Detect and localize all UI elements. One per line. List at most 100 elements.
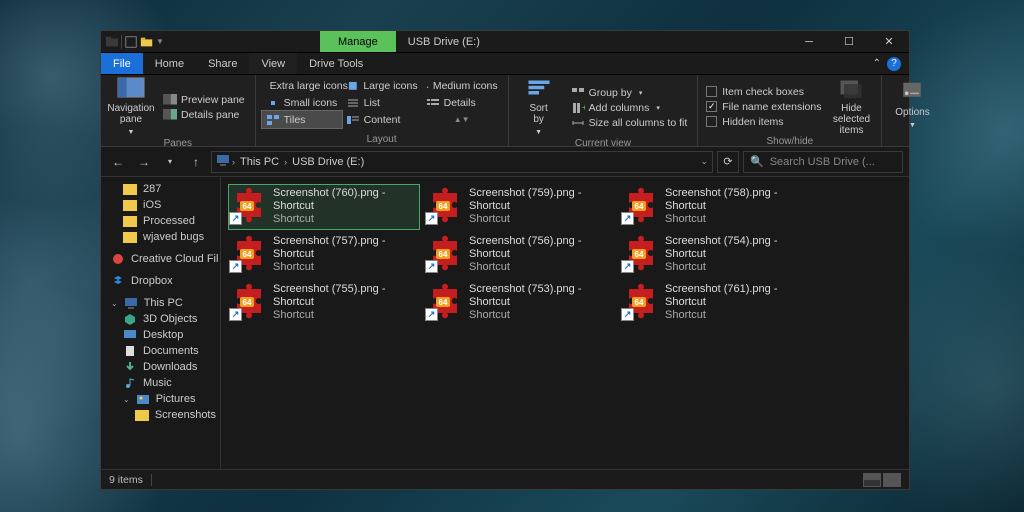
nav-creative-cloud[interactable]: Creative Cloud Fil: [101, 251, 220, 267]
close-button[interactable]: ✕: [869, 31, 909, 53]
tab-drive-tools[interactable]: Drive Tools: [297, 53, 375, 74]
file-tile[interactable]: 64↗Screenshot (754).png - ShortcutShortc…: [621, 233, 811, 277]
nav-desktop[interactable]: Desktop: [101, 327, 220, 343]
chevron-right-icon[interactable]: ›: [284, 157, 287, 167]
search-box[interactable]: 🔍 Search USB Drive (...: [743, 151, 903, 173]
nav-folder-processed[interactable]: Processed: [101, 213, 220, 229]
file-name: Screenshot (756).png - Shortcut: [469, 235, 613, 261]
view-details-icon[interactable]: [863, 473, 881, 487]
nav-downloads[interactable]: Downloads: [101, 359, 220, 375]
nav-folder-wjaved[interactable]: wjaved bugs: [101, 229, 220, 245]
maximize-button[interactable]: ☐: [829, 31, 869, 53]
crumb-usb-drive[interactable]: USB Drive (E:): [289, 156, 367, 168]
layout-list[interactable]: List: [342, 94, 422, 111]
preview-pane-button[interactable]: Preview pane: [159, 93, 249, 107]
file-meta: Screenshot (753).png - ShortcutShortcut1…: [469, 283, 613, 323]
nav-folder-ios[interactable]: iOS: [101, 197, 220, 213]
size-columns-button[interactable]: Size all columns to fit: [567, 116, 692, 130]
file-size: 1.00 KB: [665, 226, 809, 227]
qat-chevron-icon[interactable]: ▼: [156, 35, 170, 49]
ribbon-tabs: File Home Share View Drive Tools ⌃ ?: [101, 53, 909, 75]
nav-forward-button[interactable]: →: [133, 151, 155, 173]
shortcut-icon: 64↗: [623, 235, 659, 271]
help-icon[interactable]: ?: [887, 57, 901, 71]
breadcrumb[interactable]: › This PC › USB Drive (E:) ⌄: [211, 151, 713, 173]
layout-large[interactable]: Large icons: [342, 77, 422, 94]
file-meta: Screenshot (757).png - ShortcutShortcut1…: [273, 235, 417, 275]
svg-text:64: 64: [635, 202, 644, 211]
check-file-name-extensions[interactable]: ✓File name extensions: [704, 100, 823, 114]
file-tile[interactable]: 64↗Screenshot (756).png - ShortcutShortc…: [425, 233, 615, 277]
nav-folder-287[interactable]: 287: [101, 181, 220, 197]
nav-recent-button[interactable]: ▾: [159, 151, 181, 173]
nav-screenshots[interactable]: Screenshots: [101, 407, 220, 423]
layout-medium[interactable]: Medium icons: [422, 77, 502, 94]
hide-selected-button[interactable]: Hide selected items: [827, 77, 875, 136]
file-type: Shortcut: [665, 309, 809, 322]
svg-text:64: 64: [243, 250, 252, 259]
nav-3d-objects[interactable]: 3D Objects: [101, 311, 220, 327]
file-tile[interactable]: 64↗Screenshot (757).png - ShortcutShortc…: [229, 233, 419, 277]
chevron-down-icon[interactable]: ⌄: [700, 156, 708, 167]
file-tile[interactable]: 64↗Screenshot (759).png - ShortcutShortc…: [425, 185, 615, 229]
file-tile[interactable]: 64↗Screenshot (755).png - ShortcutShortc…: [229, 281, 419, 325]
nav-documents[interactable]: Documents: [101, 343, 220, 359]
main-area: 287 iOS Processed wjaved bugs Creative C…: [101, 177, 909, 469]
file-tile[interactable]: 64↗Screenshot (758).png - ShortcutShortc…: [621, 185, 811, 229]
details-pane-button[interactable]: Details pane: [159, 108, 249, 122]
layout-extra-large[interactable]: Extra large icons: [262, 77, 342, 94]
file-tile[interactable]: 64↗Screenshot (761).png - ShortcutShortc…: [621, 281, 811, 325]
check-hidden-items[interactable]: Hidden items: [704, 115, 823, 129]
group-by-button[interactable]: Group by▾: [567, 86, 692, 100]
file-size: 1.00 KB: [665, 274, 809, 275]
file-size: 1.00 KB: [469, 226, 613, 227]
add-columns-button[interactable]: +Add columns▾: [567, 101, 692, 115]
new-folder-icon[interactable]: [140, 35, 154, 49]
minimize-button[interactable]: ─: [789, 31, 829, 53]
properties-icon[interactable]: [124, 35, 138, 49]
nav-dropbox[interactable]: Dropbox: [101, 273, 220, 289]
sort-by-button[interactable]: Sort by ▼: [515, 77, 563, 138]
tab-file[interactable]: File: [101, 53, 143, 74]
shortcut-icon: 64↗: [427, 235, 463, 271]
explorer-window: ▼ Manage USB Drive (E:) ─ ☐ ✕ File Home …: [100, 30, 910, 490]
shortcut-arrow-icon: ↗: [425, 260, 438, 273]
refresh-button[interactable]: ⟳: [717, 151, 739, 173]
nav-back-button[interactable]: ←: [107, 151, 129, 173]
file-name: Screenshot (761).png - Shortcut: [665, 283, 809, 309]
address-bar: ← → ▾ ↑ › This PC › USB Drive (E:) ⌄ ⟳ 🔍…: [101, 147, 909, 177]
check-item-check-boxes[interactable]: Item check boxes: [704, 85, 823, 99]
chevron-right-icon[interactable]: ›: [232, 157, 235, 167]
tab-share[interactable]: Share: [196, 53, 249, 74]
window-title: USB Drive (E:): [396, 31, 492, 52]
collapse-ribbon-icon[interactable]: ⌃: [873, 58, 881, 69]
file-type: Shortcut: [273, 261, 417, 274]
tab-view[interactable]: View: [249, 53, 297, 74]
crumb-this-pc[interactable]: This PC: [237, 156, 282, 168]
layout-details[interactable]: Details: [422, 94, 502, 111]
layout-small[interactable]: Small icons: [262, 94, 342, 111]
item-count: 9 items: [109, 474, 143, 486]
view-large-icon[interactable]: [883, 473, 901, 487]
file-meta: Screenshot (759).png - ShortcutShortcut1…: [469, 187, 613, 227]
nav-music[interactable]: Music: [101, 375, 220, 391]
contextual-tab-group: Manage USB Drive (E:): [320, 31, 492, 52]
nav-this-pc[interactable]: ⌄This PC: [101, 295, 220, 311]
tab-home[interactable]: Home: [143, 53, 196, 74]
layout-scroll[interactable]: ▲▼: [422, 111, 502, 128]
layout-tiles[interactable]: Tiles: [262, 111, 342, 128]
ribbon-group-options: Options ▼: [882, 75, 942, 146]
options-button[interactable]: Options ▼: [888, 77, 936, 134]
file-name: Screenshot (758).png - Shortcut: [665, 187, 809, 213]
file-list[interactable]: 64↗Screenshot (760).png - ShortcutShortc…: [221, 177, 909, 469]
shortcut-icon: 64↗: [231, 235, 267, 271]
nav-pictures[interactable]: ⌄Pictures: [101, 391, 220, 407]
shortcut-icon: 64↗: [427, 187, 463, 223]
file-tile[interactable]: 64↗Screenshot (760).png - ShortcutShortc…: [229, 185, 419, 229]
file-tile[interactable]: 64↗Screenshot (753).png - ShortcutShortc…: [425, 281, 615, 325]
navigation-pane-button[interactable]: Navigation pane ▼: [107, 77, 155, 138]
layout-content[interactable]: Content: [342, 111, 422, 128]
folder-icon[interactable]: [105, 35, 119, 49]
manage-tab-header: Manage: [320, 31, 396, 52]
nav-up-button[interactable]: ↑: [185, 151, 207, 173]
